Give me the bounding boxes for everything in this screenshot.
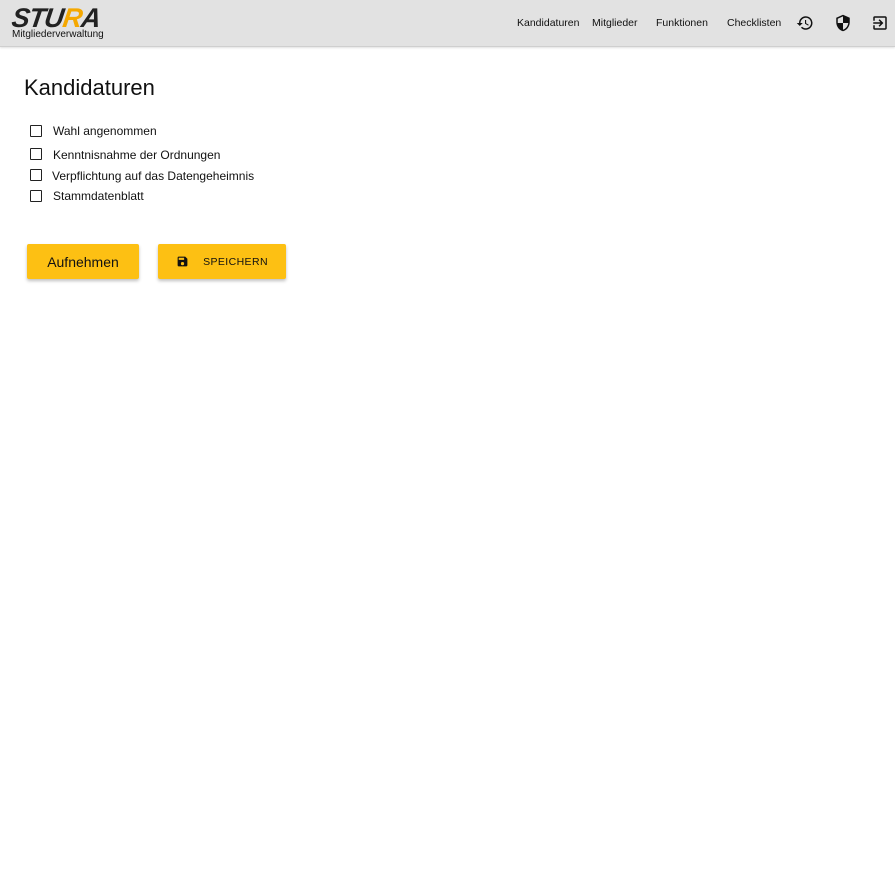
checkbox-label: Stammdatenblatt bbox=[53, 189, 144, 203]
nav-checklisten[interactable]: Checklisten bbox=[727, 17, 781, 29]
checkbox-verpflichtung-datengeheimnis[interactable] bbox=[30, 169, 42, 181]
save-icon bbox=[176, 255, 189, 268]
aufnehmen-button[interactable]: Aufnehmen bbox=[27, 244, 139, 279]
logo-subtitle: Mitgliederverwaltung bbox=[12, 29, 104, 40]
nav-kandidaturen[interactable]: Kandidaturen bbox=[517, 17, 579, 29]
checkbox-label: Kenntnisnahme der Ordnungen bbox=[53, 148, 221, 162]
checkbox-row-datengeheimnis[interactable]: Verpflichtung auf das Datengeheimnis bbox=[30, 167, 254, 183]
nav-funktionen[interactable]: Funktionen bbox=[656, 17, 708, 29]
checkbox-kenntnisnahme-ordnungen[interactable] bbox=[30, 148, 42, 160]
checkbox-row-stammdatenblatt[interactable]: Stammdatenblatt bbox=[30, 188, 144, 204]
checkbox-row-ordnungen[interactable]: Kenntnisnahme der Ordnungen bbox=[30, 146, 220, 162]
checkbox-label: Wahl angenommen bbox=[53, 124, 157, 138]
stura-logo[interactable]: STURA Mitgliederverwaltung bbox=[10, 3, 122, 42]
page-title: Kandidaturen bbox=[24, 75, 155, 100]
checkbox-wahl-angenommen[interactable] bbox=[30, 125, 42, 137]
shield-icon[interactable] bbox=[834, 14, 852, 32]
nav-mitglieder[interactable]: Mitglieder bbox=[592, 17, 638, 29]
checkbox-stammdatenblatt[interactable] bbox=[30, 190, 42, 202]
checkbox-row-wahl[interactable]: Wahl angenommen bbox=[30, 123, 157, 139]
checkbox-label: Verpflichtung auf das Datengeheimnis bbox=[52, 169, 255, 183]
save-button-label: SPEICHERN bbox=[203, 255, 268, 268]
logout-icon[interactable] bbox=[871, 14, 889, 32]
top-app-bar: STURA Mitgliederverwaltung Kandidaturen … bbox=[0, 0, 895, 47]
save-button[interactable]: SPEICHERN bbox=[158, 244, 286, 279]
history-icon[interactable] bbox=[796, 14, 814, 32]
